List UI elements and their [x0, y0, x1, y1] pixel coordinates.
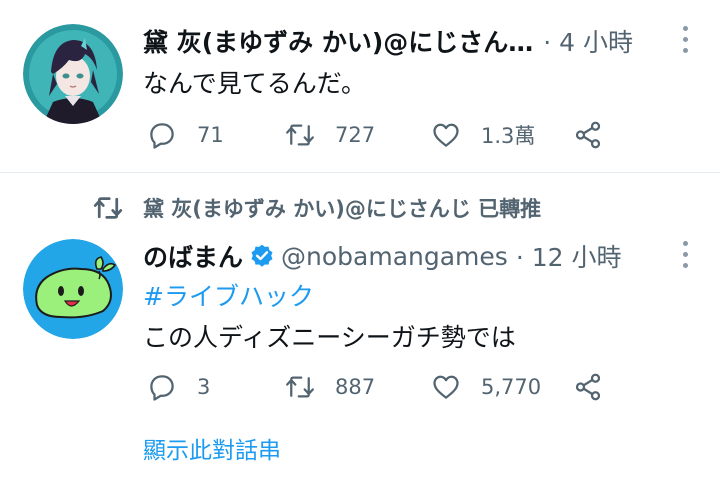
- reply-count: 3: [197, 375, 211, 399]
- avatar[interactable]: [23, 24, 123, 124]
- tweet-text: なんで見てるんだ。: [143, 69, 367, 98]
- heart-icon: [433, 123, 459, 147]
- retweeted-by-label: 黛 灰(まゆずみ かい)@にじさんじ 已轉推: [143, 197, 542, 221]
- tweet[interactable]: 黛 灰(まゆずみ かい)@にじさん… · 4 小時 なんで見てるんだ。 71 7…: [0, 0, 720, 172]
- reply-button[interactable]: 71: [147, 115, 224, 155]
- timestamp[interactable]: · 12 小時: [516, 238, 622, 274]
- avatar[interactable]: [23, 239, 123, 339]
- more-vertical-icon[interactable]: [680, 26, 690, 54]
- reply-icon: [150, 375, 174, 401]
- like-count: 5,770: [481, 375, 542, 399]
- more-vertical-icon[interactable]: [680, 241, 690, 269]
- tweet-actions: 3 887 5,770: [143, 367, 663, 407]
- reply-count: 71: [197, 123, 224, 147]
- share-button[interactable]: [573, 115, 603, 155]
- show-thread-link[interactable]: 顯示此對話串: [143, 431, 281, 465]
- share-icon: [575, 121, 601, 149]
- retweet-context[interactable]: 黛 灰(まゆずみ かい)@にじさんじ 已轉推: [93, 191, 541, 225]
- display-name[interactable]: 黛 灰(まゆずみ かい)@にじさん…: [143, 23, 533, 59]
- tweet-actions: 71 727 1.3萬: [143, 115, 663, 155]
- reply-icon: [150, 123, 174, 149]
- share-button[interactable]: [573, 367, 603, 407]
- like-count: 1.3萬: [481, 124, 536, 148]
- verified-badge-icon: [251, 244, 273, 267]
- hashtag-link[interactable]: #ライブハック: [143, 277, 314, 313]
- retweet-button[interactable]: 887: [285, 367, 375, 407]
- tweet[interactable]: 黛 灰(まゆずみ かい)@にじさんじ 已轉推 のばまん @nobamangame…: [0, 173, 720, 487]
- tweet-header: のばまん @nobamangames · 12 小時: [143, 239, 621, 273]
- retweet-button[interactable]: 727: [285, 115, 375, 155]
- heart-icon: [433, 375, 459, 399]
- reply-button[interactable]: 3: [147, 367, 210, 407]
- display-name[interactable]: のばまん: [143, 238, 243, 274]
- like-button[interactable]: 5,770: [431, 367, 541, 407]
- retweet-count: 887: [335, 375, 376, 399]
- timestamp[interactable]: · 4 小時: [543, 23, 633, 59]
- retweet-icon: [286, 124, 314, 146]
- retweet-count: 727: [335, 123, 376, 147]
- user-handle[interactable]: @nobamangames: [281, 242, 508, 271]
- tweet-text: この人ディズニーシーガチ勢では: [143, 323, 516, 352]
- share-icon: [575, 373, 601, 401]
- tweet-header: 黛 灰(まゆずみ かい)@にじさん… · 4 小時: [143, 24, 633, 58]
- like-button[interactable]: 1.3萬: [431, 115, 535, 155]
- retweet-icon: [286, 376, 314, 398]
- retweet-icon: [93, 197, 123, 219]
